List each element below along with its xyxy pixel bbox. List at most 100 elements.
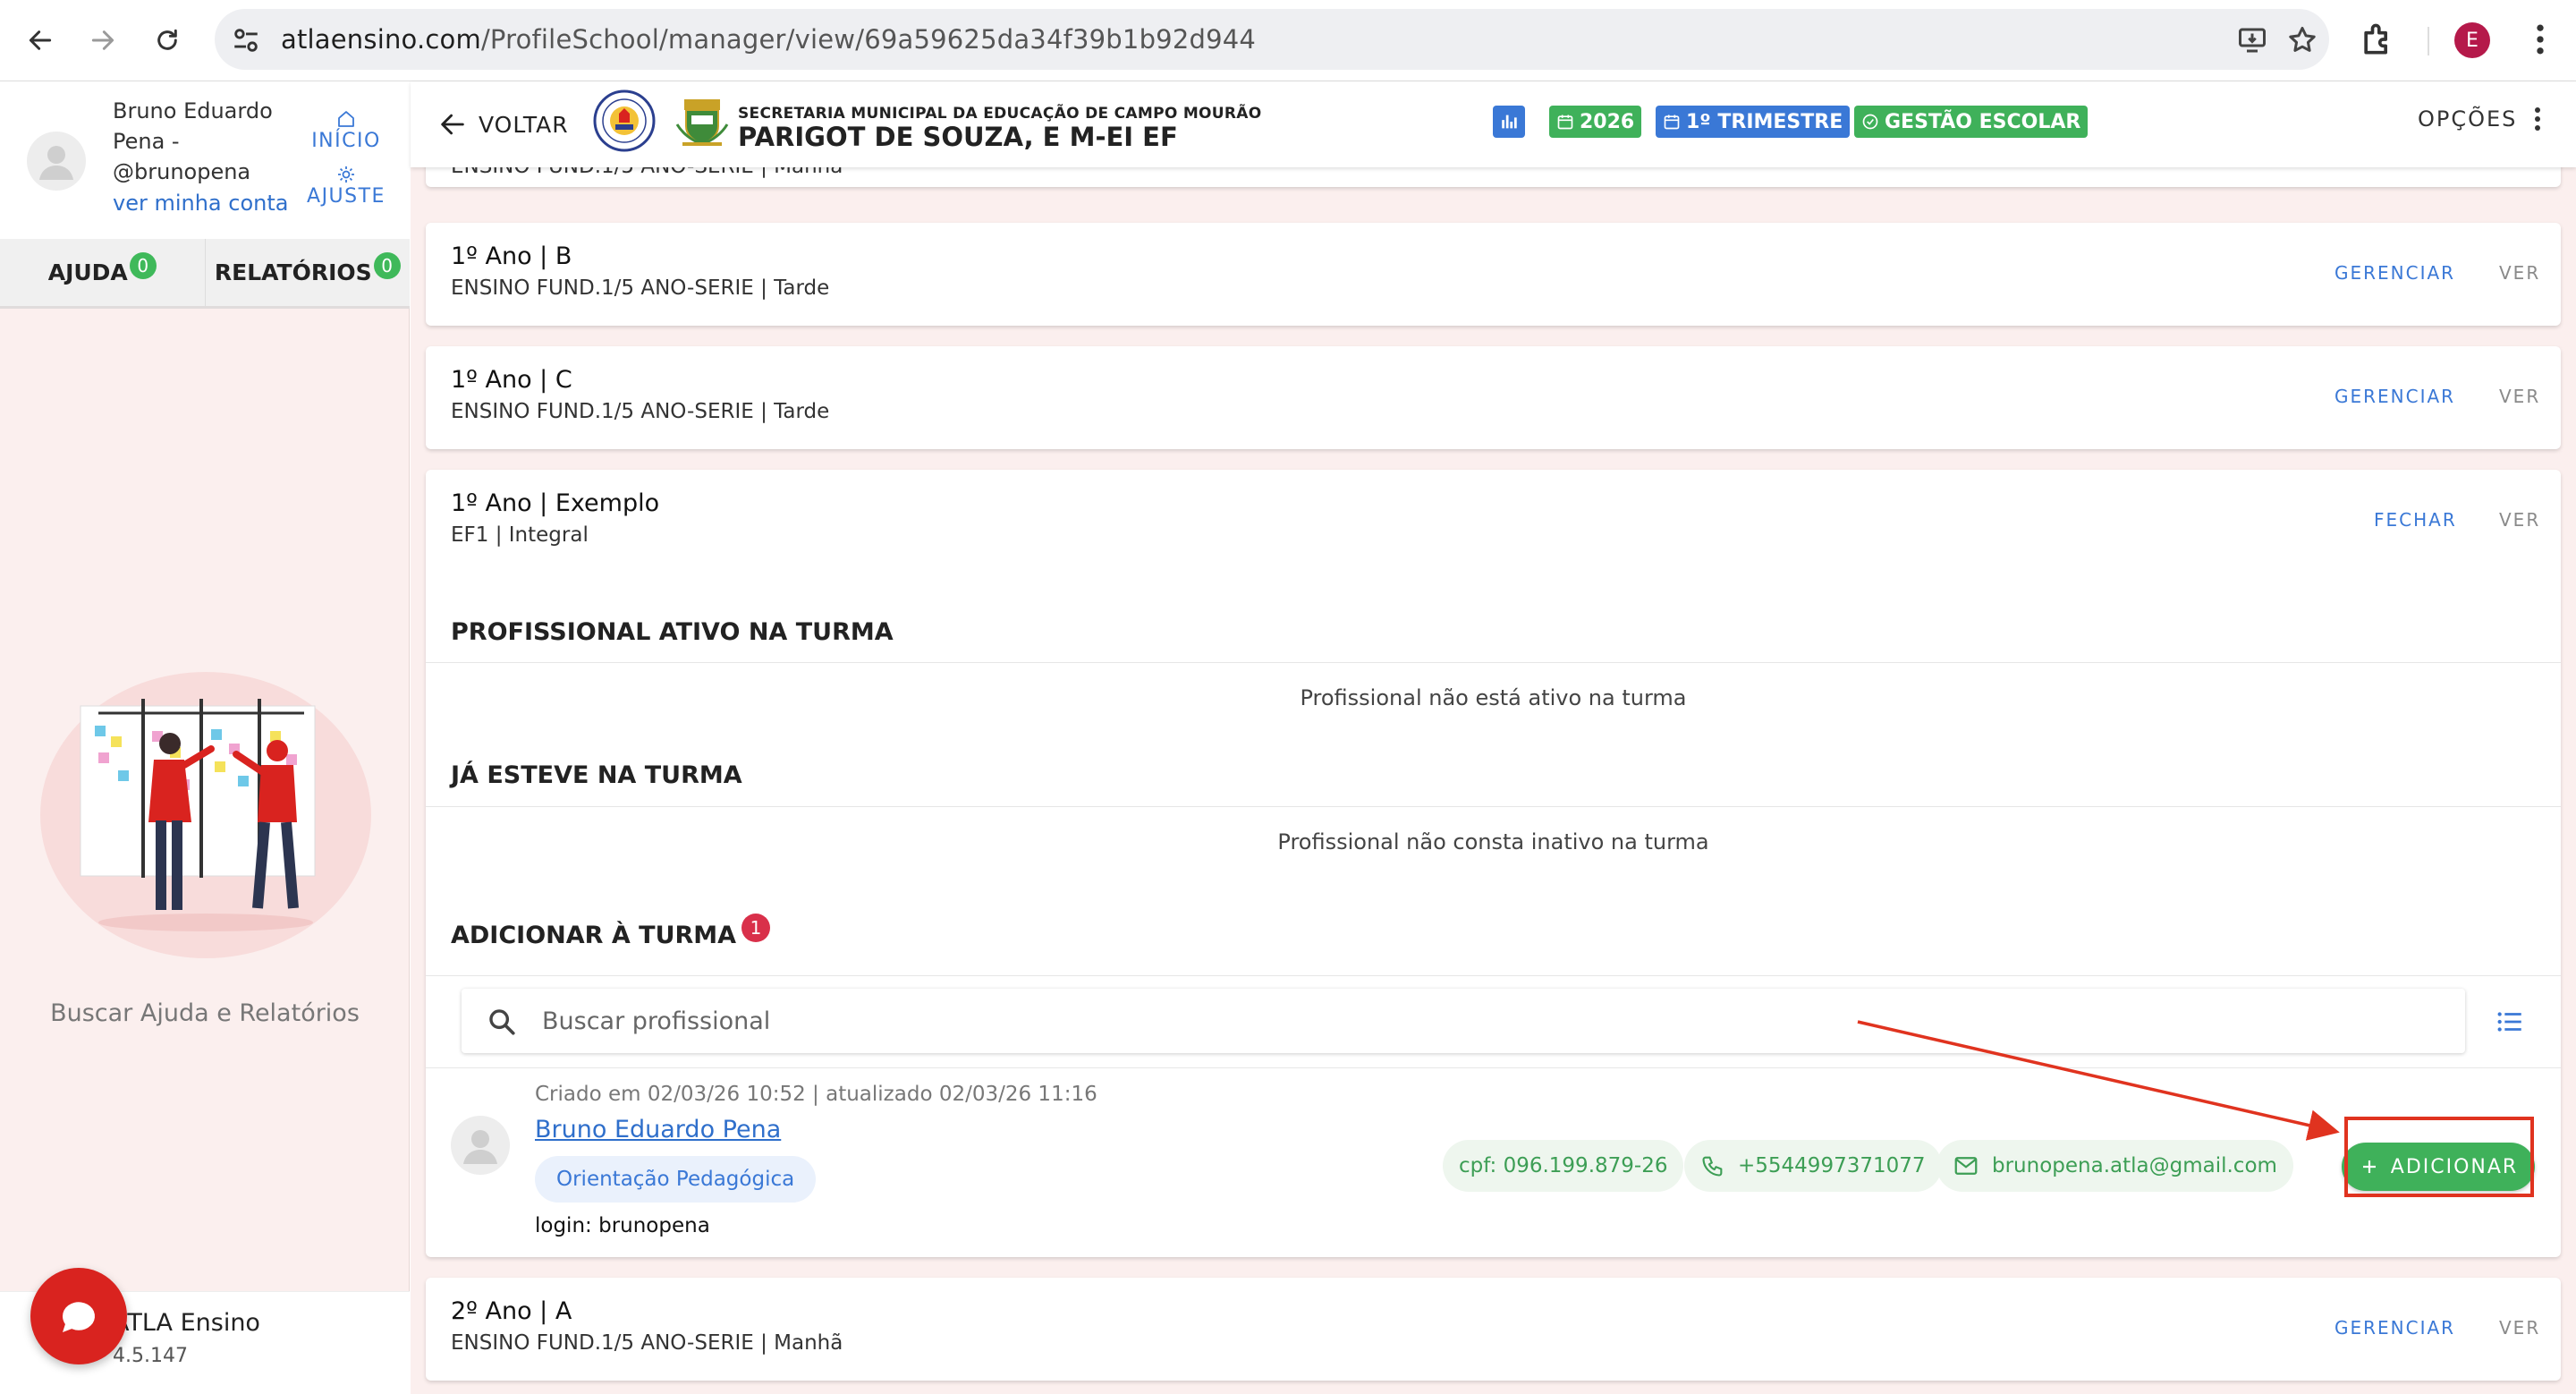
home-icon — [338, 111, 354, 127]
browser-toolbar: atlaensino.com/ProfileSchool/manager/vie… — [0, 0, 2576, 81]
year-label: 2026 — [1580, 110, 1635, 133]
year-chip[interactable]: 2026 — [1549, 106, 1642, 138]
class-subtitle: EF1 | Integral — [451, 523, 589, 547]
user-avatar[interactable] — [27, 132, 86, 191]
class-title: 1º Ano | Exemplo — [451, 489, 660, 517]
mode-chip[interactable]: GESTÃO ESCOLAR — [1854, 106, 2089, 138]
class-title: 1º Ano | C — [451, 366, 572, 394]
close-button[interactable]: FECHAR — [2374, 509, 2457, 531]
add-count-badge: 1 — [741, 914, 771, 942]
class-card: 2º Ano | A ENSINO FUND.1/5 ANO-SERIE | M… — [426, 1278, 2561, 1381]
view-button[interactable]: VER — [2499, 1317, 2540, 1339]
manage-button[interactable]: GERENCIAR — [2334, 1317, 2455, 1339]
reload-icon[interactable] — [145, 18, 190, 63]
address-bar[interactable]: atlaensino.com/ProfileSchool/manager/vie… — [215, 9, 2329, 70]
professional-name-link[interactable]: Bruno Eduardo Pena — [535, 1116, 781, 1143]
view-button[interactable]: VER — [2499, 262, 2540, 284]
professional-timestamps: Criado em 02/03/26 10:52 | atualizado 02… — [535, 1083, 1097, 1106]
brand-name: ATLA Ensino — [113, 1309, 260, 1337]
class-subtitle: ENSINO FUND.1/5 ANO-SERIE | Manhã — [451, 167, 843, 178]
tab-reports-label: RELATÓRIOS — [214, 259, 372, 285]
install-app-icon[interactable] — [2236, 24, 2268, 56]
class-card: 1º Ano | C ENSINO FUND.1/5 ANO-SERIE | T… — [426, 346, 2561, 449]
add-heading-label: ADICIONAR À TURMA — [451, 922, 737, 949]
help-search-text[interactable]: Buscar Ajuda e Relatórios — [0, 999, 410, 1027]
manage-button[interactable]: GERENCIAR — [2334, 386, 2455, 407]
city-coat-of-arms-logo — [675, 99, 729, 146]
phone-icon — [1702, 1156, 1723, 1177]
calendar-icon — [1664, 115, 1680, 130]
back-button[interactable]: VOLTAR — [437, 105, 569, 144]
more-vertical-icon — [2535, 107, 2541, 131]
secretariat-seal-logo — [593, 89, 656, 152]
settings-button[interactable]: AJUSTE — [302, 164, 390, 208]
search-input[interactable] — [542, 989, 2420, 1053]
arrow-left-icon — [441, 114, 464, 135]
bar-chart-icon — [1502, 115, 1517, 129]
extensions-puzzle-icon[interactable] — [2358, 20, 2397, 59]
forward-arrow-icon[interactable] — [80, 18, 125, 63]
phone-pill[interactable]: +5544997371077 — [1684, 1140, 1942, 1192]
site-settings-icon[interactable] — [231, 25, 261, 55]
mail-icon — [1954, 1157, 1978, 1175]
term-chip[interactable]: 1º TRIMESTRE — [1656, 106, 1851, 138]
toolbar-separator — [2428, 27, 2429, 55]
settings-label: AJUSTE — [307, 185, 386, 208]
term-label: 1º TRIMESTRE — [1686, 110, 1843, 133]
secretariat-name: SECRETARIA MUNICIPAL DA EDUCAÇÃO DE CAMP… — [738, 105, 1262, 123]
class-card: ENSINO FUND.1/5 ANO-SERIE | Manhã — [426, 167, 2561, 187]
view-button[interactable]: VER — [2499, 386, 2540, 407]
past-empty-message: Profissional não consta inativo na turma — [1277, 829, 1709, 854]
professional-avatar — [451, 1116, 510, 1175]
class-subtitle: ENSINO FUND.1/5 ANO-SERIE | Tarde — [451, 276, 830, 300]
url-text: atlaensino.com/ProfileSchool/manager/vie… — [281, 24, 1257, 55]
browser-profile-avatar[interactable]: E — [2454, 22, 2490, 58]
manage-button[interactable]: GERENCIAR — [2334, 262, 2455, 284]
class-list: ENSINO FUND.1/5 ANO-SERIE | Manhã 1º Ano… — [411, 167, 2576, 1394]
chat-button[interactable] — [30, 1268, 127, 1364]
email-value: brunopena.atla@gmail.com — [1992, 1154, 2277, 1177]
add-to-class-heading: ADICIONAR À TURMA 1 — [451, 914, 771, 951]
email-pill[interactable]: brunopena.atla@gmail.com — [1936, 1140, 2293, 1192]
back-arrow-icon[interactable] — [18, 18, 63, 63]
browser-menu-icon[interactable] — [2521, 20, 2560, 59]
tab-help[interactable]: AJUDA 0 — [0, 239, 206, 306]
check-circle-icon — [1862, 114, 1878, 130]
home-label: INÍCIO — [311, 130, 381, 152]
my-account-link[interactable]: ver minha conta — [113, 191, 288, 216]
options-label: OPÇÕES — [2418, 106, 2518, 132]
tab-reports[interactable]: RELATÓRIOS 0 — [206, 239, 411, 306]
chat-icon — [63, 1302, 95, 1332]
class-title: 1º Ano | B — [451, 242, 572, 270]
cpf-pill: cpf: 096.199.879-26 — [1443, 1140, 1684, 1192]
stats-button[interactable] — [1493, 106, 1525, 138]
divider — [426, 975, 2561, 976]
class-card: 1º Ano | B ENSINO FUND.1/5 ANO-SERIE | T… — [426, 223, 2561, 326]
class-title: 2º Ano | A — [451, 1297, 572, 1325]
sidebar: Bruno Eduardo Pena - @brunopena ver minh… — [0, 81, 410, 1394]
home-button[interactable]: INÍCIO — [302, 108, 390, 152]
back-label: VOLTAR — [479, 111, 569, 138]
view-button[interactable]: VER — [2499, 509, 2540, 531]
gear-icon — [338, 166, 354, 183]
search-icon — [489, 1009, 515, 1035]
cpf-value: cpf: 096.199.879-26 — [1459, 1154, 1668, 1177]
class-subtitle: ENSINO FUND.1/5 ANO-SERIE | Manhã — [451, 1331, 843, 1355]
divider — [426, 1067, 2561, 1068]
school-name: PARIGOT DE SOUZA, E M-EI EF — [738, 122, 1178, 152]
active-empty-message: Profissional não está ativo na turma — [1300, 685, 1687, 710]
divider — [426, 806, 2561, 807]
brand-version: 4.5.147 — [113, 1345, 188, 1367]
help-illustration — [40, 672, 371, 958]
mode-label: GESTÃO ESCOLAR — [1885, 110, 2081, 133]
phone-value: +5544997371077 — [1738, 1154, 1926, 1177]
bookmark-star-icon[interactable] — [2286, 24, 2318, 56]
help-count-badge: 0 — [129, 251, 157, 279]
options-menu-button[interactable]: OPÇÕES — [2418, 106, 2541, 132]
app-header: VOLTAR SECRETARIA MUNICIPAL DA EDUCAÇÃO … — [411, 81, 2576, 167]
annotation-highlight-box — [2344, 1117, 2534, 1197]
sidebar-user-panel: Bruno Eduardo Pena - @brunopena ver minh… — [0, 81, 410, 239]
reports-count-badge: 0 — [373, 251, 401, 279]
list-view-icon[interactable] — [2495, 1007, 2525, 1037]
professional-login: login: brunopena — [535, 1214, 710, 1237]
